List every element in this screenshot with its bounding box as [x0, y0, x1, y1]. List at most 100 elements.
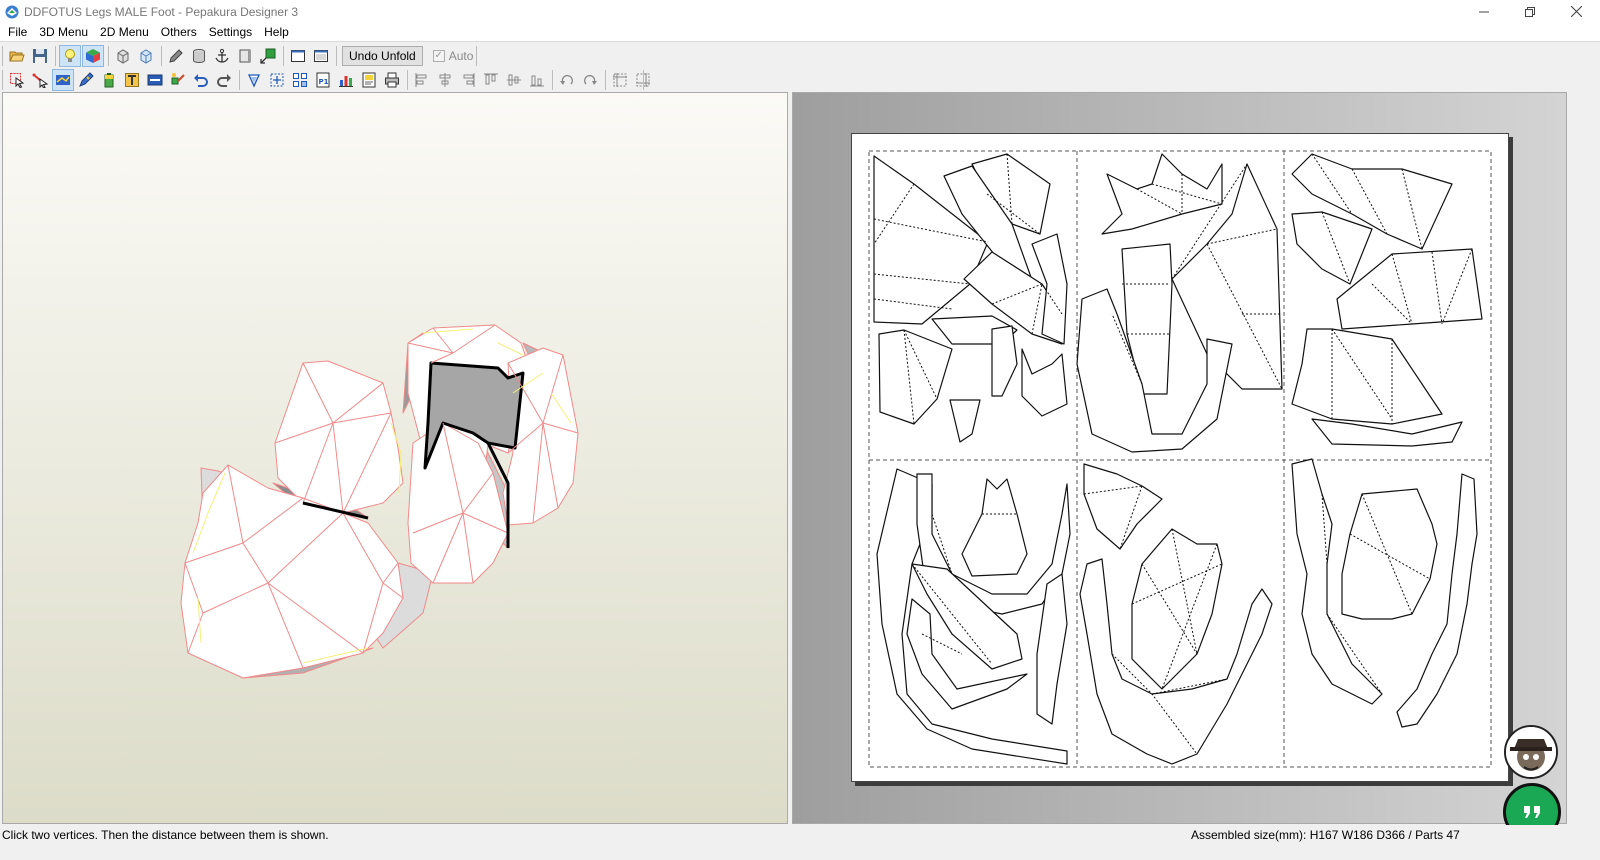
- save-button[interactable]: [29, 45, 51, 67]
- edit-button[interactable]: [165, 45, 187, 67]
- single-view-button[interactable]: [287, 45, 309, 67]
- image-button[interactable]: [144, 69, 166, 91]
- print-icon: [385, 72, 399, 88]
- menu-help[interactable]: Help: [258, 25, 295, 39]
- green-box-button[interactable]: [257, 45, 279, 67]
- align-middle-icon: [507, 74, 521, 86]
- pencil-tool-button[interactable]: [75, 69, 97, 91]
- undo-icon: [194, 74, 208, 87]
- window-title: DDFOTUS Legs MALE Foot - Pepakura Design…: [24, 4, 299, 19]
- status-bar: Click two vertices. Then the distance be…: [0, 825, 1600, 845]
- select-tool-button[interactable]: [6, 69, 28, 91]
- fold-lines-button[interactable]: [52, 69, 74, 91]
- rotate-90-right-button[interactable]: [579, 69, 601, 91]
- undo-button[interactable]: [190, 69, 212, 91]
- print-preview-button[interactable]: [358, 69, 380, 91]
- title-bar: DDFOTUS Legs MALE Foot - Pepakura Design…: [0, 0, 1600, 23]
- unfolded-parts[interactable]: [852, 134, 1510, 783]
- avatar[interactable]: [1504, 725, 1558, 779]
- page-p1-icon: P1: [316, 72, 330, 88]
- align-center-icon: [439, 73, 451, 87]
- quote-icon: [1524, 806, 1540, 818]
- restore-button[interactable]: [1507, 0, 1553, 23]
- paper-sheet: [851, 133, 1509, 782]
- align-bottom-icon: [530, 75, 544, 87]
- checkmark-icon: ✓: [432, 50, 445, 62]
- print-preview-icon: [362, 72, 376, 88]
- avatar-image: [1506, 727, 1556, 777]
- save-icon: [33, 49, 47, 63]
- rotate-90-right-icon: [583, 74, 597, 85]
- redo-icon: [217, 74, 231, 87]
- svg-text:P1: P1: [319, 78, 329, 86]
- toolbar-separator: [336, 46, 337, 66]
- close-icon: [1570, 6, 1582, 17]
- menu-3d[interactable]: 3D Menu: [33, 25, 94, 39]
- 2d-toolbar: P1: [0, 68, 1600, 92]
- rotate-90-left-button[interactable]: [556, 69, 578, 91]
- pepakura-app-icon: [5, 5, 19, 18]
- cylinder-button[interactable]: [188, 45, 210, 67]
- battery-button[interactable]: [98, 69, 120, 91]
- print-button[interactable]: [381, 69, 403, 91]
- align-middle-button[interactable]: [503, 69, 525, 91]
- scale-part-icon: [293, 73, 307, 87]
- scale-part-button[interactable]: [289, 69, 311, 91]
- auto-label: Auto: [448, 49, 474, 63]
- toolbar-separator: [552, 70, 553, 90]
- unfold-button[interactable]: [112, 45, 134, 67]
- paper-cube-button[interactable]: [135, 45, 157, 67]
- fold-lines-icon: [56, 75, 70, 85]
- anchor-button[interactable]: [211, 45, 233, 67]
- box-button[interactable]: [234, 45, 256, 67]
- text-tool-button[interactable]: [121, 69, 143, 91]
- texture-toggle-button[interactable]: [82, 45, 104, 67]
- toolbar-separator: [161, 46, 162, 66]
- light-toggle-button[interactable]: [59, 45, 81, 67]
- menu-file[interactable]: File: [2, 25, 33, 39]
- status-hint: Click two vertices. Then the distance be…: [2, 828, 329, 842]
- texture-cube-icon: [86, 49, 100, 63]
- move-part-button[interactable]: [266, 69, 288, 91]
- 3d-view[interactable]: [2, 92, 788, 824]
- edge-select-button[interactable]: [29, 69, 51, 91]
- page-p1-button[interactable]: P1: [312, 69, 334, 91]
- join-icon: [171, 73, 185, 85]
- undo-unfold-button[interactable]: Undo Unfold: [342, 46, 423, 66]
- toolbar-grip: [2, 70, 3, 90]
- menu-bar: File 3D Menu 2D Menu Others Settings Hel…: [0, 23, 1600, 42]
- split-view-button[interactable]: [310, 45, 332, 67]
- move-part-icon: [270, 73, 284, 87]
- rotate-part-button[interactable]: [243, 69, 265, 91]
- minimize-button[interactable]: [1461, 0, 1507, 23]
- close-button[interactable]: [1553, 0, 1599, 23]
- align-top-button[interactable]: [480, 69, 502, 91]
- edge-select-icon: [32, 73, 48, 88]
- main-toolbar: Undo Unfold ✓ Auto: [0, 44, 1600, 68]
- align-left-button[interactable]: [411, 69, 433, 91]
- align-bottom-button[interactable]: [526, 69, 548, 91]
- align-top-icon: [484, 73, 498, 85]
- toolbar-end-separator: [476, 46, 477, 66]
- redo-button[interactable]: [213, 69, 235, 91]
- chart-button[interactable]: [335, 69, 357, 91]
- layout-grid-button[interactable]: [609, 69, 631, 91]
- anchor-icon: [215, 48, 229, 63]
- toolbar-end-separator: [643, 70, 644, 90]
- bottom-strip: [0, 845, 1600, 860]
- join-button[interactable]: [167, 69, 189, 91]
- 3d-model-foot[interactable]: [3, 93, 788, 824]
- menu-2d[interactable]: 2D Menu: [94, 25, 155, 39]
- menu-settings[interactable]: Settings: [203, 25, 258, 39]
- align-center-button[interactable]: [434, 69, 456, 91]
- open-button[interactable]: [6, 45, 28, 67]
- 2d-view[interactable]: [792, 92, 1567, 824]
- split-view-icon: [314, 50, 328, 62]
- menu-others[interactable]: Others: [155, 25, 203, 39]
- toolbar-separator: [108, 46, 109, 66]
- align-right-button[interactable]: [457, 69, 479, 91]
- toolbar-separator: [239, 70, 240, 90]
- restore-icon: [1525, 6, 1535, 17]
- auto-checkbox[interactable]: ✓ Auto: [432, 49, 474, 63]
- minimize-icon: [1479, 11, 1489, 12]
